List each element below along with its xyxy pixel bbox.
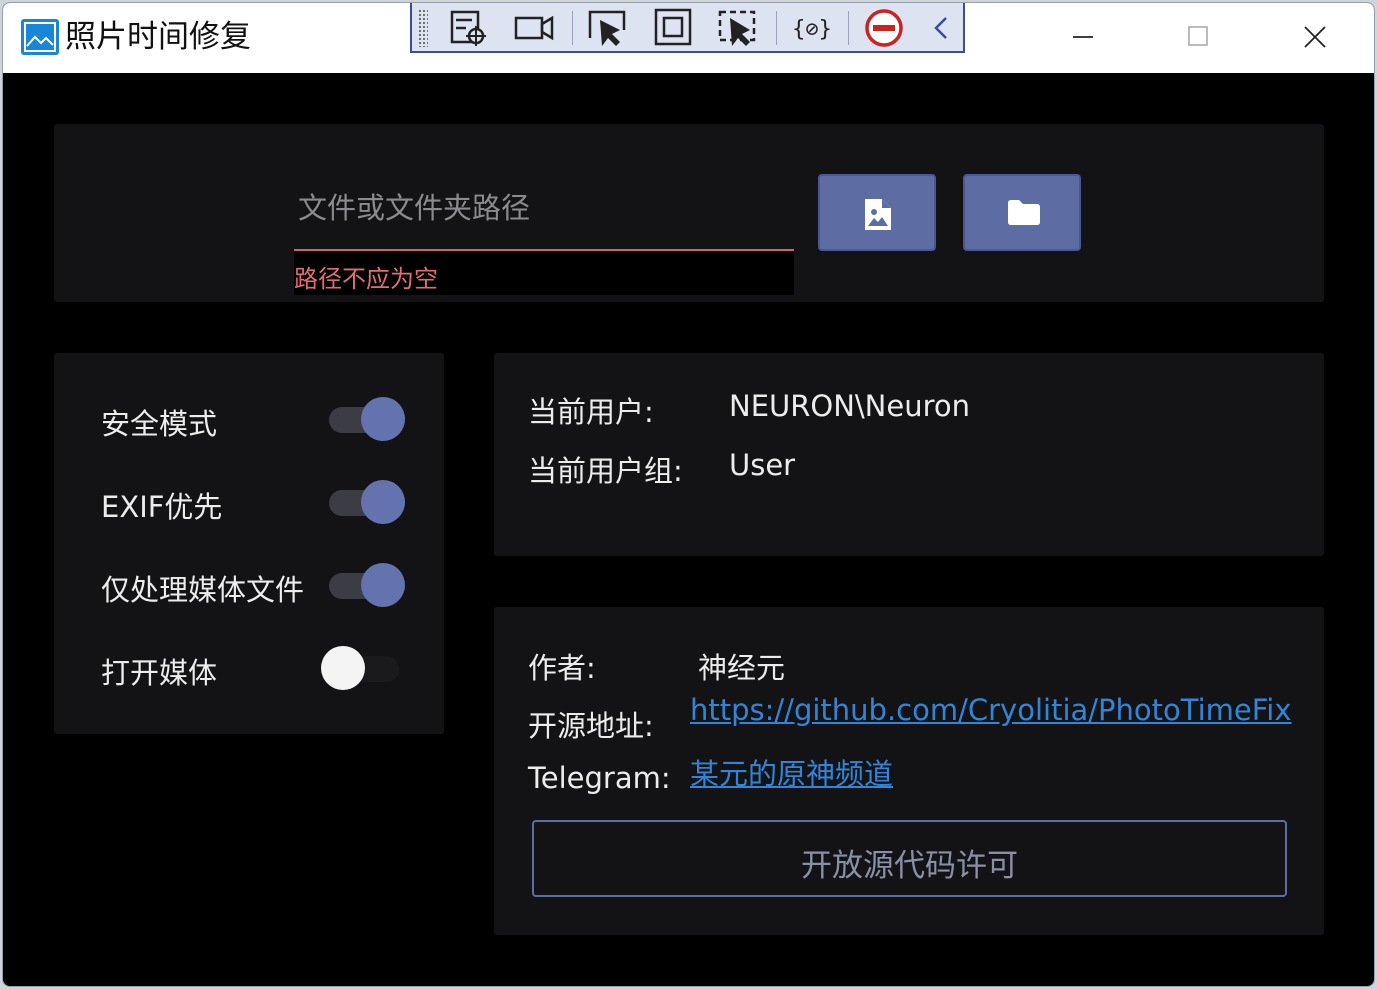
media-only-label: 仅处理媒体文件 bbox=[101, 573, 305, 607]
path-placeholder: 文件或文件夹路径 bbox=[298, 191, 531, 225]
close-button[interactable] bbox=[1285, 15, 1345, 61]
current-user-value: NEURON\Neuron bbox=[729, 389, 971, 423]
video-icon[interactable] bbox=[512, 8, 556, 48]
layout-adorner-icon[interactable] bbox=[652, 8, 696, 48]
current-group-label: 当前用户组: bbox=[528, 454, 683, 488]
app-photo-icon bbox=[21, 19, 59, 55]
select-element-icon[interactable] bbox=[446, 8, 490, 48]
telegram-label: Telegram: bbox=[528, 761, 671, 795]
telegram-link[interactable]: 某元的原神频道 bbox=[690, 751, 893, 793]
current-user-label: 当前用户: bbox=[528, 395, 654, 429]
path-error-text: 路径不应为空 bbox=[294, 265, 438, 293]
exif-first-label: EXIF优先 bbox=[101, 490, 223, 524]
about-panel: 作者: 神经元 开源地址: https://github.com/Cryolit… bbox=[494, 607, 1324, 935]
maximize-button[interactable] bbox=[1168, 15, 1228, 61]
svg-text:{⊘}: {⊘} bbox=[792, 17, 832, 42]
stop-icon[interactable] bbox=[862, 8, 906, 48]
toolbar-grip-icon[interactable] bbox=[418, 9, 428, 47]
path-error-area: 路径不应为空 bbox=[294, 251, 794, 295]
path-panel: 文件或文件夹路径 路径不应为空 bbox=[54, 124, 1324, 302]
safe-mode-toggle[interactable] bbox=[329, 397, 405, 441]
author-label: 作者: bbox=[528, 651, 596, 685]
exif-first-toggle[interactable] bbox=[329, 480, 405, 524]
track-focus-icon[interactable] bbox=[716, 8, 760, 48]
repo-label: 开源地址: bbox=[528, 709, 654, 743]
media-only-toggle[interactable] bbox=[329, 563, 405, 607]
user-info-panel: 当前用户: NEURON\Neuron 当前用户组: User bbox=[494, 353, 1324, 556]
license-button-label: 开放源代码许可 bbox=[801, 848, 1018, 884]
repo-link[interactable]: https://github.com/Cryolitia/PhotoTimeFi… bbox=[690, 693, 1292, 727]
open-source-license-button[interactable]: 开放源代码许可 bbox=[532, 820, 1287, 897]
title-bar[interactable]: 照片时间修复 {⊘} bbox=[3, 3, 1374, 73]
image-file-icon bbox=[865, 199, 891, 230]
author-value: 神经元 bbox=[698, 651, 786, 685]
select-file-button[interactable] bbox=[818, 174, 936, 251]
pointer-select-icon[interactable] bbox=[586, 8, 630, 48]
debug-toolbar: {⊘} bbox=[410, 3, 965, 53]
path-input[interactable]: 文件或文件夹路径 bbox=[294, 169, 794, 251]
collapse-chevron-icon[interactable] bbox=[920, 8, 964, 48]
options-panel: 安全模式 EXIF优先 仅处理媒体文件 打开媒体 bbox=[54, 353, 444, 734]
app-window: 照片时间修复 {⊘} 文件或文件夹路径 路径不应为空 安全模式 EXIF优先 仅… bbox=[2, 2, 1375, 987]
open-media-toggle[interactable] bbox=[321, 646, 405, 690]
binding-failures-icon[interactable]: {⊘} bbox=[790, 8, 834, 48]
window-title: 照片时间修复 bbox=[65, 19, 251, 55]
safe-mode-label: 安全模式 bbox=[101, 407, 218, 441]
select-folder-button[interactable] bbox=[963, 174, 1081, 251]
folder-icon bbox=[1008, 200, 1040, 225]
current-group-value: User bbox=[729, 448, 796, 482]
open-media-label: 打开媒体 bbox=[101, 656, 218, 690]
minimize-button[interactable] bbox=[1053, 15, 1113, 61]
